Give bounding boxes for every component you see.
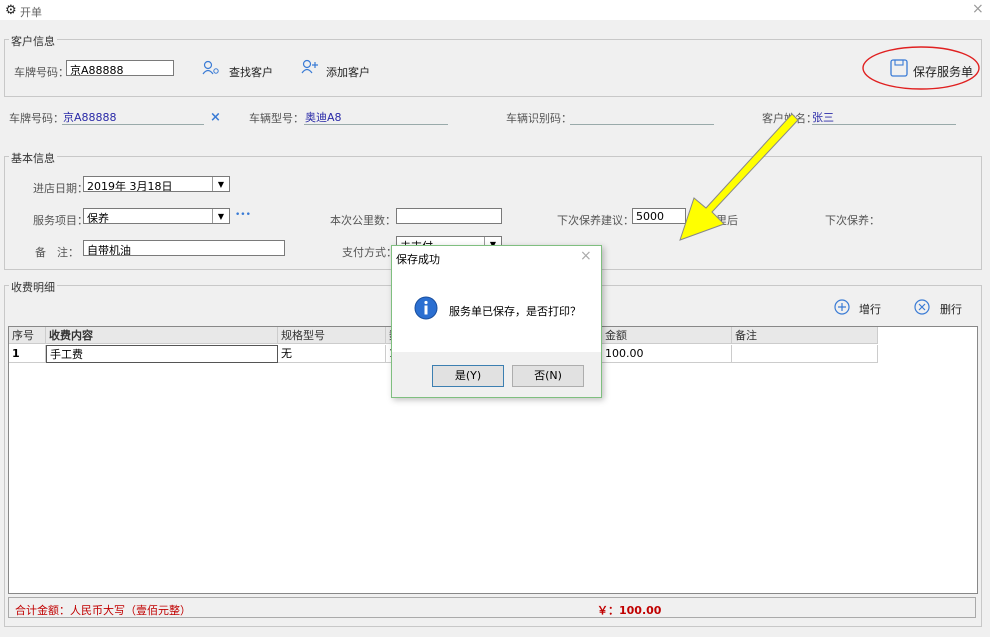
date-label: 进店日期： [33, 182, 88, 195]
next-maint-label: 下次保养建议： [557, 214, 634, 227]
yes-button[interactable]: 是(Y) [432, 365, 504, 387]
total-value: ￥：100.00 [597, 604, 662, 617]
remark-label: 备 注： [35, 246, 79, 259]
info-icon [414, 296, 438, 323]
service-label: 服务项目： [33, 214, 88, 227]
add-customer-icon[interactable] [300, 59, 320, 78]
chevron-down-icon[interactable]: ▼ [212, 177, 229, 191]
table-cell-content[interactable]: 手工费 [46, 345, 278, 363]
vehicle-plate-underline [62, 124, 204, 125]
vehicle-model-label: 车辆型号： [249, 112, 304, 125]
chevron-down-icon[interactable]: ▼ [212, 209, 229, 223]
col-header-amount: 金额 [602, 327, 732, 344]
vin-label: 车辆识别码： [506, 112, 572, 125]
total-bar: 合计金额：人民币大写（壹佰元整） ￥：100.00 [8, 597, 976, 618]
table-cell-amount[interactable]: 100.00 [602, 345, 732, 363]
basic-info-legend: 基本信息 [9, 150, 57, 166]
col-header-index: 序号 [9, 327, 46, 344]
table-cell-spec[interactable]: 无 [278, 345, 386, 363]
customer-name-value: 张三 [812, 111, 834, 124]
fee-detail-legend: 收费明细 [9, 279, 57, 295]
total-label: 合计金额：人民币大写（壹佰元整） [15, 604, 191, 617]
title-bar: ⚙ 开单 × [0, 0, 990, 20]
delete-row-icon[interactable] [914, 299, 930, 318]
date-picker[interactable]: 2019年 3月18日 ▼ [83, 176, 230, 192]
dialog-message: 服务单已保存，是否打印？ [449, 305, 581, 318]
customer-name-underline [812, 124, 956, 125]
add-row-icon[interactable] [834, 299, 850, 318]
vehicle-plate-value: 京A88888 [63, 111, 117, 124]
customer-info-legend: 客户信息 [9, 33, 57, 49]
delete-row-button[interactable]: 删行 [940, 301, 962, 317]
window-title: 开单 [20, 6, 42, 19]
col-header-content: 收费内容 [46, 327, 278, 344]
find-customer-icon[interactable] [202, 60, 220, 79]
no-button[interactable]: 否(N) [512, 365, 584, 387]
dialog-close-icon[interactable]: × [580, 248, 592, 264]
annotation-circle [862, 46, 980, 90]
clear-icon[interactable]: × [210, 110, 221, 125]
save-success-dialog: 保存成功 × 服务单已保存，是否打印？ 是(Y) 否(N) [391, 245, 602, 398]
service-select[interactable]: 保养 ▼ [83, 208, 230, 224]
vehicle-plate-label: 车牌号码： [9, 112, 64, 125]
more-icon[interactable]: ••• [235, 210, 251, 220]
add-customer-button[interactable]: 添加客户 [326, 64, 370, 80]
gear-icon: ⚙ [5, 3, 17, 18]
find-customer-button[interactable]: 查找客户 [229, 64, 273, 80]
plate-input[interactable]: 京A88888 [66, 60, 174, 76]
vehicle-model-value: 奥迪A8 [305, 111, 342, 124]
annotation-arrow [679, 113, 799, 241]
col-header-spec: 规格型号 [278, 327, 386, 344]
table-cell-index[interactable]: 1 [9, 345, 46, 363]
next-maint2-label: 下次保养： [825, 214, 880, 227]
vehicle-model-underline [304, 124, 448, 125]
dialog-footer: 是(Y) 否(N) [392, 352, 601, 397]
col-header-remark: 备注 [732, 327, 878, 344]
table-cell-remark[interactable] [732, 345, 878, 363]
dialog-title: 保存成功 [396, 253, 440, 266]
remark-input[interactable]: 自带机油 [83, 240, 285, 256]
pay-method-label: 支付方式： [342, 246, 397, 259]
plate-label: 车牌号码： [14, 66, 69, 79]
close-icon[interactable]: × [972, 1, 984, 17]
mileage-input[interactable] [396, 208, 502, 224]
mileage-label: 本次公里数： [330, 214, 396, 227]
add-row-button[interactable]: 增行 [859, 301, 881, 317]
